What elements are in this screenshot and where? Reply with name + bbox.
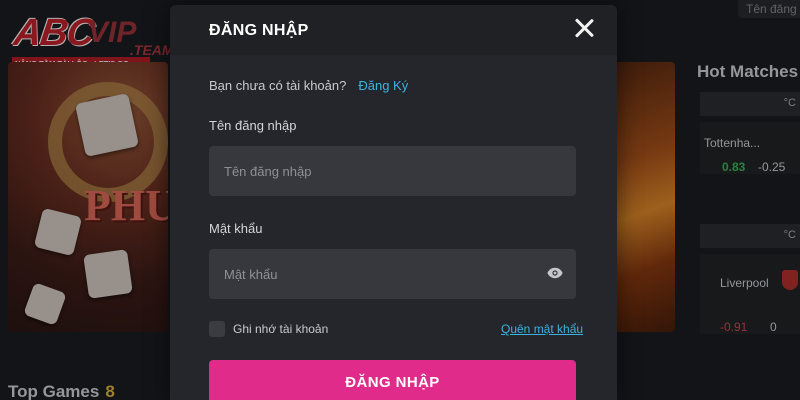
signup-prompt-text: Bạn chưa có tài khoản?	[209, 78, 347, 93]
login-button[interactable]: ĐĂNG NHẬP	[209, 360, 576, 400]
password-label: Mật khẩu	[209, 221, 263, 236]
modal-header: ĐĂNG NHẬP	[170, 5, 617, 55]
username-label: Tên đăng nhập	[209, 118, 297, 133]
forgot-password-link[interactable]: Quên mật khẩu	[501, 322, 583, 336]
close-icon[interactable]	[572, 16, 596, 40]
signup-prompt-line: Bạn chưa có tài khoản? Đăng Ký	[209, 78, 408, 93]
signup-link[interactable]: Đăng Ký	[358, 78, 408, 93]
page: Tên đăng ABC VIP .TEAM NÂNG TẦM TÀI LỘC …	[0, 0, 800, 400]
username-input[interactable]	[209, 146, 576, 196]
remember-label[interactable]: Ghi nhớ tài khoản	[233, 322, 328, 336]
password-input[interactable]	[209, 249, 576, 299]
eye-icon[interactable]	[547, 267, 563, 279]
remember-checkbox[interactable]	[209, 321, 225, 337]
modal-title: ĐĂNG NHẬP	[209, 22, 309, 39]
login-modal: ĐĂNG NHẬP Bạn chưa có tài khoản? Đăng Ký …	[170, 5, 617, 400]
